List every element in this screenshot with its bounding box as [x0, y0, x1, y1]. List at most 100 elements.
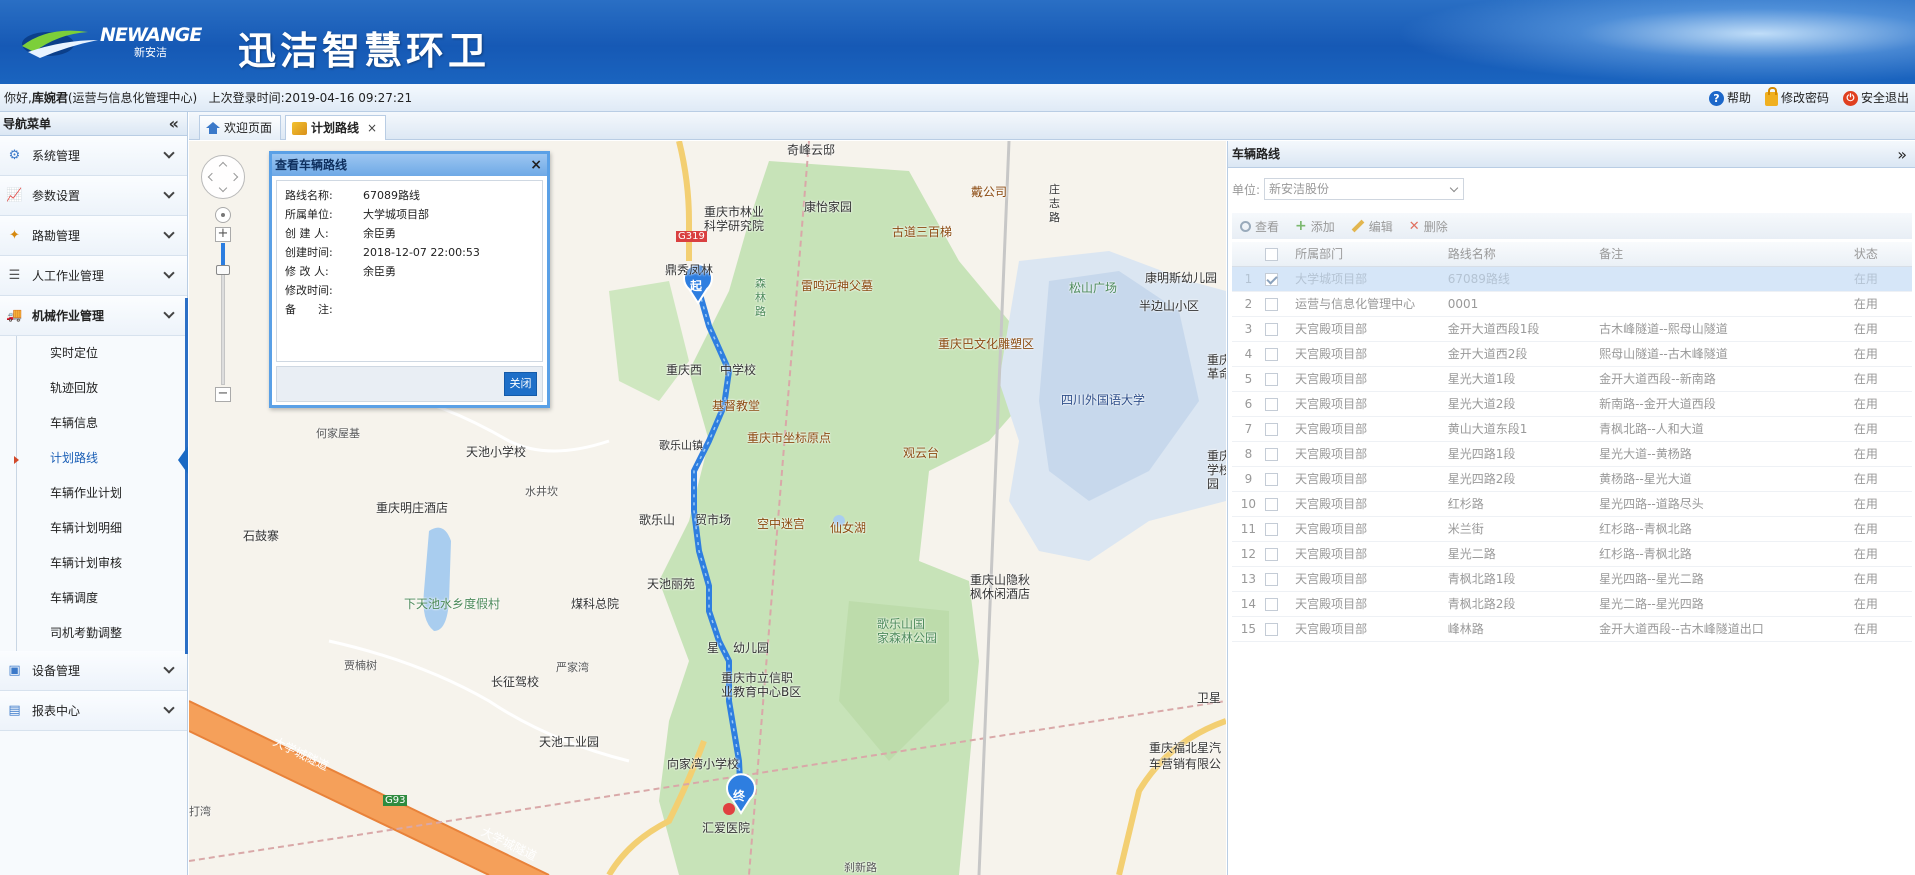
pan-right-icon[interactable]	[229, 172, 239, 182]
table-row[interactable]: 4 天宫殿项目部 金开大道西2段 熙母山隧道--古木峰隧道 在用	[1232, 341, 1912, 367]
row-checkbox-cell[interactable]	[1264, 441, 1296, 467]
table-row[interactable]: 11 天宫殿项目部 米兰街 红杉路--青枫北路 在用	[1232, 516, 1912, 542]
row-number: 15	[1232, 616, 1265, 642]
table-row[interactable]: 5 天宫殿项目部 星光大道1段 金开大道西段--新南路 在用	[1232, 366, 1912, 392]
close-button[interactable]: 关闭	[504, 372, 537, 396]
view-button[interactable]: 查看	[1232, 218, 1287, 235]
row-checkbox[interactable]	[1264, 597, 1278, 611]
row-checkbox[interactable]	[1264, 622, 1278, 636]
zoom-slider-knob[interactable]	[216, 265, 230, 275]
row-checkbox[interactable]	[1264, 547, 1278, 561]
col-remark[interactable]: 备注	[1599, 242, 1854, 267]
submenu-planned-route[interactable]: 计划路线	[14, 441, 187, 476]
table-row[interactable]: 8 天宫殿项目部 星光四路1段 星光大道--黄杨路 在用	[1232, 441, 1912, 467]
tab-planned-route[interactable]: 计划路线 ×	[285, 115, 387, 140]
table-row[interactable]: 12 天宫殿项目部 星光二路 红杉路--青枫北路 在用	[1232, 541, 1912, 567]
table-row[interactable]: 15 天宫殿项目部 峰林路 金开大道西段--古木峰隧道出口 在用	[1232, 616, 1912, 642]
row-checkbox[interactable]	[1264, 497, 1278, 511]
cell-department: 天宫殿项目部	[1295, 491, 1448, 517]
menu-reports[interactable]: ▤ 报表中心	[0, 691, 187, 731]
row-checkbox-cell[interactable]	[1264, 366, 1296, 392]
row-checkbox-cell[interactable]	[1264, 266, 1296, 292]
add-button[interactable]: + 添加	[1287, 218, 1343, 235]
table-row[interactable]: 9 天宫殿项目部 星光四路2段 黄杨路--星光大道 在用	[1232, 466, 1912, 492]
table-row[interactable]: 3 天宫殿项目部 金开大道西段1段 古木峰隧道--熙母山隧道 在用	[1232, 316, 1912, 342]
table-row[interactable]: 2 运营与信息化管理中心 0001 在用	[1232, 291, 1912, 317]
cell-route-name: 星光四路1段	[1447, 441, 1600, 467]
table-row[interactable]: 14 天宫殿项目部 青枫北路2段 星光二路--星光四路 在用	[1232, 591, 1912, 617]
submenu-vehicle-plan-detail[interactable]: 车辆计划明细	[16, 511, 187, 546]
row-checkbox[interactable]	[1264, 422, 1278, 436]
menu-system[interactable]: ⚙ 系统管理	[0, 136, 187, 176]
row-checkbox[interactable]	[1264, 397, 1278, 411]
col-select-all[interactable]	[1264, 242, 1296, 267]
submenu-vehicle-dispatch[interactable]: 车辆调度	[16, 581, 187, 616]
menu-survey[interactable]: ✦ 路勘管理	[0, 216, 187, 256]
row-checkbox[interactable]	[1264, 522, 1278, 536]
dialog-close-icon[interactable]: ×	[530, 154, 542, 176]
submenu-vehicle-info[interactable]: 车辆信息	[16, 406, 187, 441]
collapse-sidebar-icon[interactable]: «	[169, 112, 179, 136]
submenu-track-playback[interactable]: 轨迹回放	[16, 371, 187, 406]
row-checkbox[interactable]	[1264, 472, 1278, 486]
pan-left-icon[interactable]	[207, 172, 217, 182]
row-checkbox-cell[interactable]	[1264, 566, 1296, 592]
menu-devices[interactable]: ▣ 设备管理	[0, 651, 187, 691]
row-checkbox-cell[interactable]	[1264, 516, 1296, 542]
row-checkbox[interactable]	[1264, 297, 1278, 311]
edit-button[interactable]: 编辑	[1343, 218, 1401, 235]
unit-select[interactable]: 新安洁股份	[1264, 178, 1465, 200]
row-checkbox-cell[interactable]	[1264, 491, 1296, 517]
pan-down-icon[interactable]	[218, 183, 228, 193]
row-checkbox[interactable]	[1264, 272, 1278, 286]
zoom-slider[interactable]: + −	[215, 227, 231, 403]
cell-route-name: 星光大道1段	[1447, 366, 1600, 392]
row-checkbox[interactable]	[1264, 347, 1278, 361]
help-link[interactable]: ? 帮助	[1708, 84, 1751, 112]
route-map[interactable]: 起 终 奇峰云邸 重庆市林业 科学研究院 康怡家园 古道三百梯 戴公司 庄 志 …	[189, 141, 1226, 875]
tab-welcome[interactable]: 欢迎页面	[199, 115, 282, 140]
tab-label: 欢迎页面	[224, 121, 273, 135]
row-checkbox[interactable]	[1264, 372, 1278, 386]
col-route-name[interactable]: 路线名称	[1447, 242, 1600, 267]
pan-up-icon[interactable]	[218, 161, 228, 171]
row-checkbox-cell[interactable]	[1264, 316, 1296, 342]
table-row[interactable]: 6 天宫殿项目部 星光大道2段 新南路--金开大道西段 在用	[1232, 391, 1912, 417]
row-checkbox-cell[interactable]	[1264, 391, 1296, 417]
menu-manual-work[interactable]: ☰ 人工作业管理	[0, 256, 187, 296]
row-checkbox[interactable]	[1264, 572, 1278, 586]
locate-button[interactable]	[215, 207, 231, 223]
row-checkbox-cell[interactable]	[1264, 591, 1296, 617]
table-row[interactable]: 1 大学城项目部 67089路线 在用	[1232, 266, 1912, 292]
zoom-in-button[interactable]: +	[215, 227, 231, 242]
menu-mechanical-work[interactable]: 🚚 机械作业管理	[0, 296, 187, 336]
row-checkbox-cell[interactable]	[1264, 466, 1296, 492]
submenu-realtime-location[interactable]: 实时定位	[16, 336, 187, 371]
col-status[interactable]: 状态	[1853, 242, 1912, 267]
cell-remark: 红杉路--青枫北路	[1599, 516, 1854, 542]
zoom-out-button[interactable]: −	[215, 387, 231, 402]
row-checkbox-cell[interactable]	[1264, 541, 1296, 567]
delete-button[interactable]: ✕ 删除	[1401, 218, 1456, 235]
table-row[interactable]: 7 天宫殿项目部 黄山大道东段1 青枫北路--人和大道 在用	[1232, 416, 1912, 442]
col-department[interactable]: 所属部门	[1295, 242, 1448, 267]
row-checkbox[interactable]	[1264, 322, 1278, 336]
row-checkbox[interactable]	[1264, 447, 1278, 461]
map-pan-control[interactable]	[201, 155, 245, 199]
logout-link[interactable]: ⏻ 安全退出	[1842, 84, 1909, 112]
change-password-link[interactable]: 修改密码	[1764, 84, 1829, 112]
row-checkbox-cell[interactable]	[1264, 291, 1296, 317]
table-row[interactable]: 13 天宫殿项目部 青枫北路1段 星光四路--星光二路 在用	[1232, 566, 1912, 592]
expand-panel-icon[interactable]: »	[1897, 141, 1907, 168]
row-checkbox-cell[interactable]	[1264, 341, 1296, 367]
lock-icon	[1764, 87, 1778, 106]
tab-close-icon[interactable]: ×	[367, 116, 377, 140]
select-all-checkbox[interactable]	[1264, 247, 1278, 261]
table-row[interactable]: 10 天宫殿项目部 红杉路 星光四路--道路尽头 在用	[1232, 491, 1912, 517]
menu-params[interactable]: 📈 参数设置	[0, 176, 187, 216]
row-checkbox-cell[interactable]	[1264, 616, 1296, 642]
submenu-vehicle-work-plan[interactable]: 车辆作业计划	[16, 476, 187, 511]
submenu-vehicle-plan-review[interactable]: 车辆计划审核	[16, 546, 187, 581]
submenu-driver-attendance[interactable]: 司机考勤调整	[16, 616, 187, 651]
row-checkbox-cell[interactable]	[1264, 416, 1296, 442]
